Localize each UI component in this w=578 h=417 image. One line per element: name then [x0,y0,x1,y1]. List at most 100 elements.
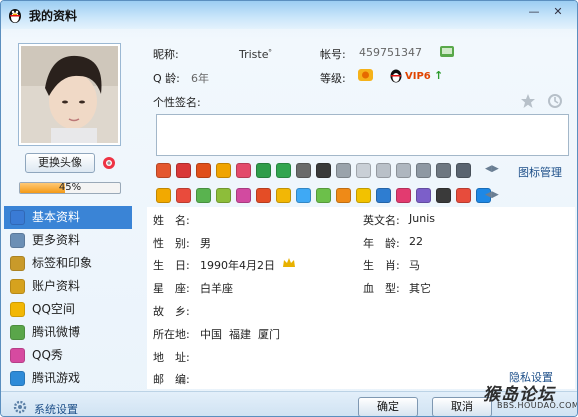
badge-service-icon[interactable] [276,163,291,178]
account-value: 459751347 [359,46,422,59]
account-icon [10,279,25,294]
profile-window: 我的资料 — ✕ 更换头像 45% 基本资料更多资料标签和印象 账户资料 QQ空间腾… [0,0,578,417]
app-service-icon[interactable] [156,188,171,203]
crown-level-icon[interactable] [357,66,374,83]
watermark-sub-text: BBS.HOUDAO.COM [497,401,578,410]
app-service-icon[interactable] [236,188,251,203]
gear-icon[interactable] [13,400,27,414]
age-value[interactable]: 22 [409,235,423,248]
zodiac-label: 生 肖: [363,259,400,272]
title-bar[interactable]: 我的资料 — ✕ [1,1,577,29]
location-value[interactable]: 中国 福建 厦门 [200,326,280,342]
row1-scroll-arrows-icon[interactable]: ◀▶ [485,164,499,174]
badge-service-icon[interactable] [236,163,251,178]
level-up-arrow-icon: ↑ [434,69,444,82]
signature-input[interactable] [156,114,569,156]
badge-service-icon[interactable] [256,163,271,178]
constellation-label: 星 座: [153,282,190,295]
badge-service-icon[interactable] [296,163,311,178]
app-service-icon[interactable] [456,188,471,203]
game-icon [10,371,25,386]
account-label: 帐号: [320,48,346,61]
nav-item-label: 腾讯微博 [32,325,81,339]
document-icon [10,233,25,248]
app-service-icon[interactable] [216,188,231,203]
nav-item-6[interactable]: QQ秀 [4,344,132,367]
age-label: 年 龄: [363,237,400,250]
blood-value[interactable]: 其它 [409,280,431,296]
birthday-value[interactable]: 1990年4月2日 [200,257,275,273]
nav-item-3[interactable]: 账户资料 [4,275,132,298]
app-service-icon[interactable] [416,188,431,203]
nickname-label: 昵称: [153,48,179,61]
badge-service-icon[interactable] [336,163,351,178]
nickname-value: Triste゜ [239,48,280,61]
constellation-value[interactable]: 白羊座 [200,280,233,296]
star-plus-icon[interactable] [520,93,536,109]
mobile-icon[interactable] [439,45,455,59]
close-button[interactable]: ✕ [547,4,569,20]
nav-item-label: 基本资料 [32,210,81,224]
badge-service-icon[interactable] [376,163,391,178]
minimize-button[interactable]: — [523,4,545,20]
nav-item-4[interactable]: QQ空间 [4,298,132,321]
badge-service-icon[interactable] [416,163,431,178]
nav-item-label: QQ秀 [32,348,63,362]
nav-item-label: 更多资料 [32,233,81,247]
row2-scroll-arrows-icon[interactable]: ◀▶ [485,190,499,200]
app-service-icon[interactable] [376,188,391,203]
basic-info-panel: 姓 名: 英文名: Junis 性 别: 男 年 龄: 22 生 日: 1990… [147,207,575,389]
badge-service-icon[interactable] [196,163,211,178]
english-name-label: 英文名: [363,214,400,227]
nav-item-1[interactable]: 更多资料 [4,229,132,252]
birthday-crown-icon [283,258,295,267]
change-avatar-button[interactable]: 更换头像 [25,153,95,173]
badge-service-icon[interactable] [456,163,471,178]
icon-manage-link[interactable]: 图标管理 [518,164,562,180]
system-settings-link[interactable]: 系统设置 [34,401,78,416]
completion-text: 45% [58,182,82,193]
nav-item-7[interactable]: 腾讯游戏 [4,367,132,390]
nav-item-5[interactable]: 腾讯微博 [4,321,132,344]
tag-icon [10,256,25,271]
qq-penguin-icon[interactable] [388,67,404,83]
app-service-icon[interactable] [316,188,331,203]
english-name-value[interactable]: Junis [409,212,435,225]
side-nav: 基本资料更多资料标签和印象 账户资料 QQ空间腾讯微博 QQ秀腾讯游戏 [4,206,132,390]
badge-service-icon[interactable] [156,163,171,178]
nav-item-0[interactable]: 基本资料 [4,206,132,229]
app-service-icon[interactable] [196,188,211,203]
badge-service-icon[interactable] [216,163,231,178]
qage-label: Q 龄: [153,72,180,85]
watermark-logo: 猴岛论坛 BBS.HOUDAO.COM [483,380,578,414]
vip-badge[interactable]: VIP6 [405,71,431,82]
camera-icon[interactable] [101,154,117,170]
app-service-icon[interactable] [176,188,191,203]
badge-service-icon[interactable] [356,163,371,178]
app-service-icon[interactable] [276,188,291,203]
signature-history-icon[interactable] [547,93,563,109]
app-service-icon[interactable] [356,188,371,203]
hometown-label: 故 乡: [153,305,190,318]
avatar[interactable] [18,43,121,146]
avatar-photo [21,46,118,143]
app-service-icon[interactable] [336,188,351,203]
window-title: 我的资料 [29,9,78,23]
ok-button[interactable]: 确定 [358,397,418,416]
nav-item-2[interactable]: 标签和印象 [4,252,132,275]
profile-completion-bar: 45% [19,182,121,194]
app-service-icon[interactable] [396,188,411,203]
app-service-icon[interactable] [436,188,451,203]
zodiac-value[interactable]: 马 [409,257,420,273]
app-service-icon[interactable] [256,188,271,203]
badge-service-icon[interactable] [436,163,451,178]
badge-service-icon[interactable] [176,163,191,178]
address-label: 地 址: [153,351,190,364]
badge-service-icon[interactable] [316,163,331,178]
gender-value[interactable]: 男 [200,235,211,251]
badge-service-icon[interactable] [396,163,411,178]
qq-penguin-icon [9,9,21,23]
blood-label: 血 型: [363,282,400,295]
profile-card-icon [10,210,25,225]
app-service-icon[interactable] [296,188,311,203]
